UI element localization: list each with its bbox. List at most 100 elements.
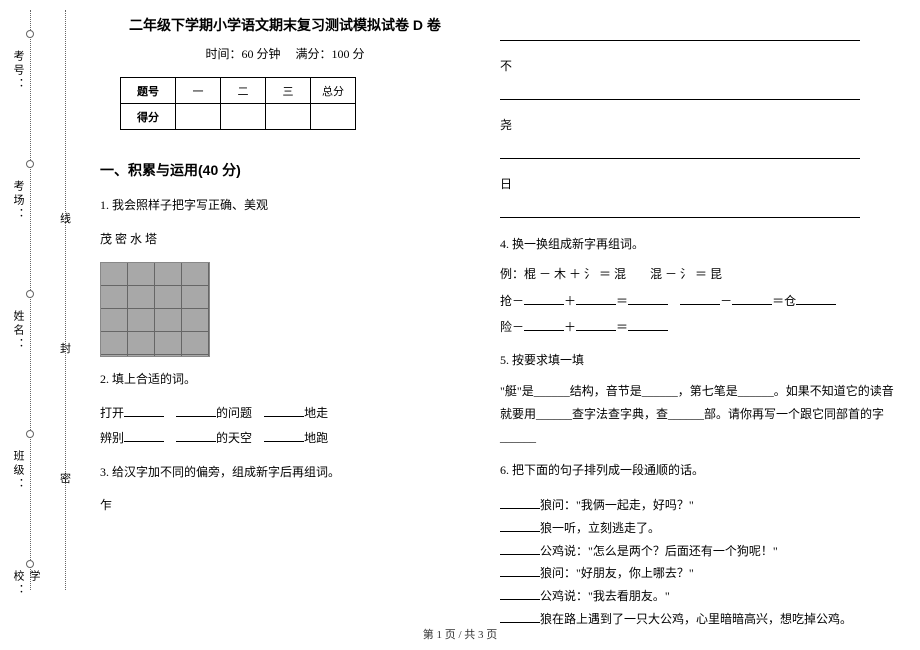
q6-line: 公鸡说："怎么是两个？后面还有一个狗呢！" [500, 540, 900, 563]
binding-circle [26, 290, 34, 298]
blank [576, 291, 616, 305]
q3-blank-row [500, 145, 900, 163]
blank [628, 317, 668, 331]
q3-char: 尧 [500, 118, 512, 132]
binding-line-2 [65, 10, 66, 590]
blank [500, 541, 540, 555]
score-cell [221, 104, 266, 130]
seal-mi: 密 [60, 470, 71, 486]
q6-text: 狼在路上遇到了一只大公鸡，心里暗暗高兴，想吃掉公鸡。 [540, 612, 852, 626]
label-exam-id: 考号： [10, 50, 26, 92]
q3-char-4: 日 [500, 175, 900, 192]
question-3: 3. 给汉字加不同的偏旁，组成新字后再组词。 [100, 462, 470, 484]
blank [796, 291, 836, 305]
time-limit: 时间：60 分钟 [205, 47, 280, 61]
q6-line: 狼一听，立刻逃走了。 [500, 517, 900, 540]
question-2: 2. 填上合适的词。 [100, 369, 470, 391]
label-school: 学校： [10, 570, 42, 600]
score-cell [311, 104, 356, 130]
question-4-example: 例：棍 － 木 ＋ 氵 ＝ 混 混 － 氵 ＝ 昆 [500, 264, 900, 286]
q6-text: 公鸡说："我去看朋友。" [540, 589, 670, 603]
blank [500, 586, 540, 600]
blank [264, 428, 304, 442]
question-6: 6. 把下面的句子排列成一段通顺的话。 [500, 460, 900, 482]
binding-line-1 [30, 10, 31, 590]
q3-char-1: 乍 [100, 496, 470, 513]
col-total: 总分 [311, 78, 356, 104]
col-1: 一 [176, 78, 221, 104]
score-table: 题号 一 二 三 总分 得分 [120, 77, 356, 130]
q6-text: 狼问："好朋友，你上哪去？" [540, 566, 694, 580]
col-2: 二 [221, 78, 266, 104]
q3-char: 日 [500, 177, 512, 191]
q6-line: 狼问："我俩一起走，好吗？" [500, 494, 900, 517]
blank [500, 495, 540, 509]
question-4: 4. 换一换组成新字再组词。 [500, 234, 900, 256]
blank [500, 204, 860, 218]
blank [124, 403, 164, 417]
exam-title: 二年级下学期小学语文期末复习测试模拟试卷 D 卷 [100, 15, 470, 35]
question-4-line-a: 抢－＋＝ －＝仓 [500, 291, 900, 313]
q3-char-2: 不 [500, 57, 900, 74]
blank [500, 563, 540, 577]
question-1-sample: 茂 密 水 塔 [100, 229, 470, 251]
score-cell [176, 104, 221, 130]
col-3: 三 [266, 78, 311, 104]
question-4-line-b: 险－＋＝ [500, 317, 900, 339]
blank [500, 518, 540, 532]
q4-prefix: 险－ [500, 320, 524, 334]
q3-char: 乍 [100, 498, 112, 512]
label-room: 考场： [10, 180, 26, 222]
q2-word: 地跑 [304, 431, 328, 445]
blank [524, 317, 564, 331]
q2-word: 的问题 [216, 406, 252, 420]
q6-text: 狼问："我俩一起走，好吗？" [540, 498, 694, 512]
binding-circle [26, 160, 34, 168]
q2-word: 辨别 [100, 431, 124, 445]
blank [176, 403, 216, 417]
binding-strip: 考号： 考场： 姓名： 班级： 学校： 线 封 密 [10, 0, 80, 600]
q3-blank-row [500, 27, 900, 45]
label-class: 班级： [10, 450, 26, 492]
writing-grid-image [100, 262, 210, 357]
q2-word: 的天空 [216, 431, 252, 445]
blank [176, 428, 216, 442]
blank [124, 428, 164, 442]
q3-char: 不 [500, 59, 512, 73]
row-header-number: 题号 [121, 78, 176, 104]
question-2-line1: 打开 的问题 地走 [100, 403, 470, 425]
page-footer: 第 1 页 / 共 3 页 [0, 626, 920, 642]
row-header-score: 得分 [121, 104, 176, 130]
seal-xian: 线 [60, 210, 71, 226]
question-2-line2: 辨别 的天空 地跑 [100, 428, 470, 450]
blank [628, 291, 668, 305]
blank [264, 403, 304, 417]
binding-circle [26, 30, 34, 38]
exam-subtitle: 时间：60 分钟 满分：100 分 [100, 45, 470, 62]
section-1-title: 一、积累与运用(40 分) [100, 160, 470, 180]
q2-word: 打开 [100, 406, 124, 420]
blank [524, 291, 564, 305]
blank [500, 609, 540, 623]
column-right: 不 尧 日 4. 换一换组成新字再组词。 例：棍 － 木 ＋ 氵 ＝ 混 混 －… [500, 0, 900, 620]
blank [500, 145, 860, 159]
q6-line: 狼问："好朋友，你上哪去？" [500, 562, 900, 585]
binding-circle [26, 560, 34, 568]
q2-word: 地走 [304, 406, 328, 420]
binding-circle [26, 430, 34, 438]
q4-prefix: 抢－ [500, 294, 524, 308]
blank [500, 86, 860, 100]
blank [576, 317, 616, 331]
q3-blank-row [500, 204, 900, 222]
q4-tail: ＝仓 [772, 294, 796, 308]
question-5-body: "艇"是______结构，音节是______，第七笔是______。如果不知道它… [500, 380, 900, 448]
q6-line: 公鸡说："我去看朋友。" [500, 585, 900, 608]
question-5: 5. 按要求填一填 [500, 350, 900, 372]
q6-text: 狼一听，立刻逃走了。 [540, 521, 660, 535]
q6-text: 公鸡说："怎么是两个？后面还有一个狗呢！" [540, 544, 778, 558]
q3-blank-row [500, 86, 900, 104]
blank [732, 291, 772, 305]
score-cell [266, 104, 311, 130]
question-1: 1. 我会照样子把字写正确、美观 [100, 195, 470, 217]
column-left: 二年级下学期小学语文期末复习测试模拟试卷 D 卷 时间：60 分钟 满分：100… [100, 0, 470, 620]
